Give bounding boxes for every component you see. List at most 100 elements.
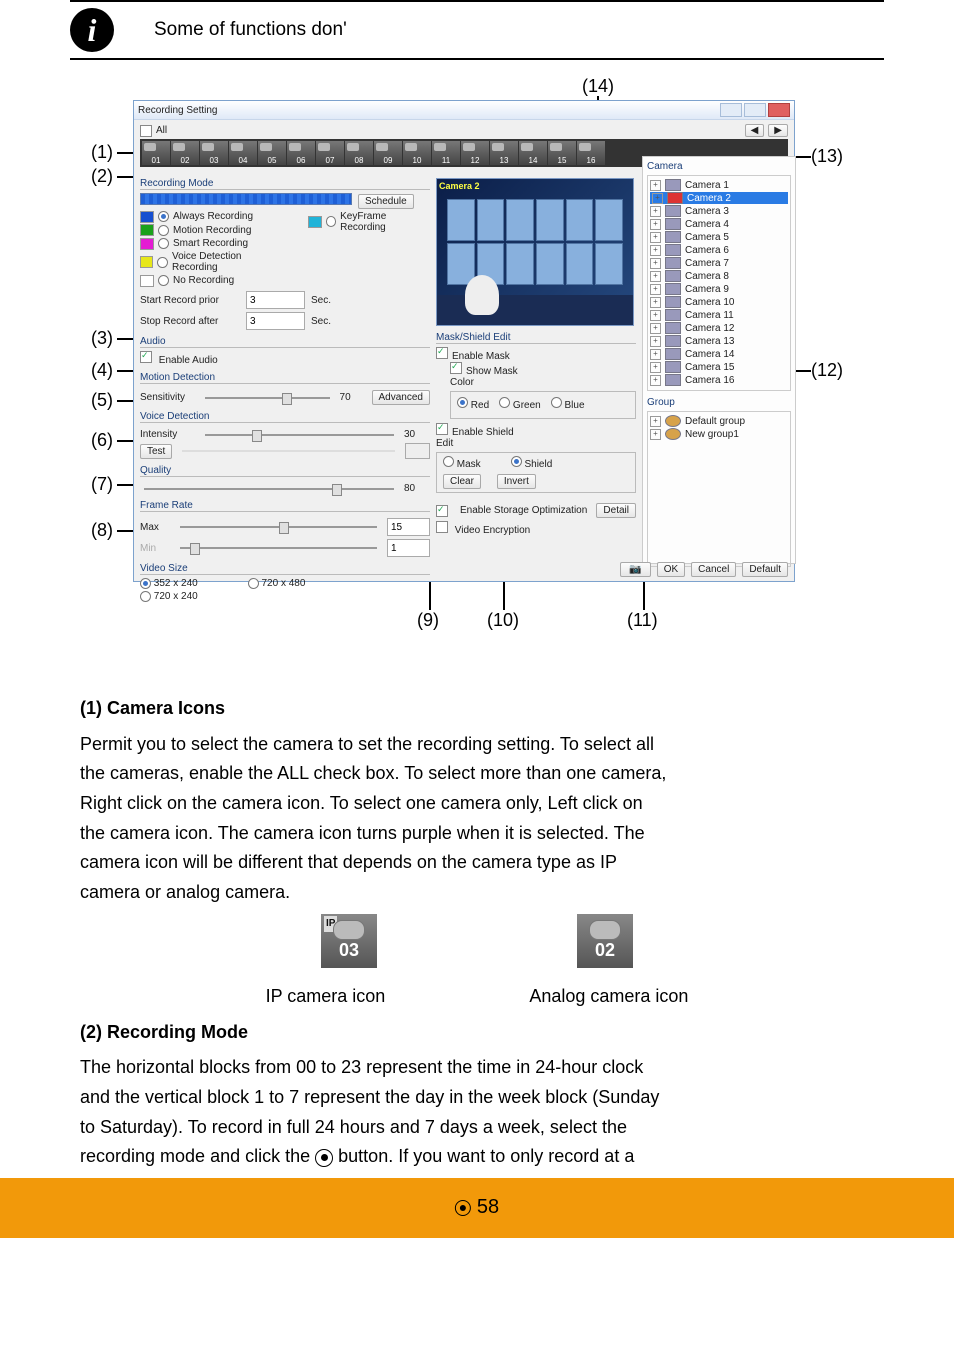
enable-shield-checkbox[interactable] xyxy=(436,423,448,435)
tree-camera-1[interactable]: +Camera 1 xyxy=(650,179,788,191)
tree-group-new[interactable]: +New group1 xyxy=(650,428,788,440)
ok-button[interactable]: OK xyxy=(657,562,685,577)
edit-shield-radio[interactable] xyxy=(511,456,522,467)
camera-icon-16[interactable]: 16 xyxy=(577,141,605,165)
color-red-radio[interactable] xyxy=(457,397,468,408)
camera-icon-8[interactable]: 08 xyxy=(345,141,373,165)
color-blue-radio[interactable] xyxy=(551,397,562,408)
enable-audio-checkbox[interactable] xyxy=(140,351,152,363)
mode-keyframe-radio[interactable] xyxy=(326,216,337,227)
camera-icon-6[interactable]: 06 xyxy=(287,141,315,165)
mask-title: Mask/Shield Edit xyxy=(436,332,510,343)
camera-icon-caption: IP camera icon Analog camera icon xyxy=(80,982,874,1012)
schedule-bar[interactable] xyxy=(140,193,352,205)
camera-icon-10[interactable]: 10 xyxy=(403,141,431,165)
tree-camera-3[interactable]: +Camera 3 xyxy=(650,205,788,217)
tree-camera-10[interactable]: +Camera 10 xyxy=(650,296,788,308)
camera-icon-1[interactable]: 01 xyxy=(142,141,170,165)
invert-button[interactable]: Invert xyxy=(497,474,536,489)
start-prior-input[interactable] xyxy=(246,291,305,309)
enable-mask-checkbox[interactable] xyxy=(436,347,448,359)
mode-always-radio[interactable] xyxy=(158,211,169,222)
callout-7: (7) xyxy=(91,474,113,495)
cancel-button[interactable]: Cancel xyxy=(691,562,736,577)
tree-camera-11[interactable]: +Camera 11 xyxy=(650,309,788,321)
tree-camera-5[interactable]: +Camera 5 xyxy=(650,231,788,243)
stop-after-input[interactable] xyxy=(246,312,305,330)
callout-10: (10) xyxy=(487,610,519,631)
tree-camera-7[interactable]: +Camera 7 xyxy=(650,257,788,269)
clear-button[interactable]: Clear xyxy=(443,474,481,489)
next-button[interactable]: ▶ xyxy=(768,124,788,137)
motion-title: Motion Detection xyxy=(140,372,215,383)
camera-icon-11[interactable]: 11 xyxy=(432,141,460,165)
callout-5: (5) xyxy=(91,390,113,411)
tree-camera-12[interactable]: +Camera 12 xyxy=(650,322,788,334)
advanced-button[interactable]: Advanced xyxy=(372,390,430,405)
storage-opt-checkbox[interactable] xyxy=(436,505,448,517)
vs-352-radio[interactable] xyxy=(140,578,151,589)
test-button[interactable]: Test xyxy=(140,444,172,459)
intensity-slider[interactable] xyxy=(205,434,394,436)
snapshot-button[interactable]: 📷 xyxy=(620,562,650,577)
minimize-button[interactable] xyxy=(720,103,742,117)
schedule-button[interactable]: Schedule xyxy=(358,194,414,209)
figure-recording-setting: (14) (1) (2) (3) (4) (5) (6) (7) (8) (9)… xyxy=(97,80,857,660)
color-green-radio[interactable] xyxy=(499,397,510,408)
camera-icon-7[interactable]: 07 xyxy=(316,141,344,165)
mode-motion-radio[interactable] xyxy=(158,225,169,236)
tree-camera-14[interactable]: +Camera 14 xyxy=(650,348,788,360)
all-cameras-checkbox[interactable] xyxy=(140,125,152,137)
callout-11: (11) xyxy=(627,610,658,631)
callout-6: (6) xyxy=(91,430,113,451)
tree-camera-15[interactable]: +Camera 15 xyxy=(650,361,788,373)
camera-icon-15[interactable]: 15 xyxy=(548,141,576,165)
vs-720-240-radio[interactable] xyxy=(140,591,151,602)
edit-mask-radio[interactable] xyxy=(443,456,454,467)
tree-camera-9[interactable]: +Camera 9 xyxy=(650,283,788,295)
camera-icon-9[interactable]: 09 xyxy=(374,141,402,165)
camera-icon-14[interactable]: 14 xyxy=(519,141,547,165)
framerate-max-slider[interactable] xyxy=(180,526,377,528)
camera-icon-3[interactable]: 03 xyxy=(200,141,228,165)
tree-group-default[interactable]: +Default group xyxy=(650,415,788,427)
show-mask-checkbox[interactable] xyxy=(450,362,462,374)
mode-voice-radio[interactable] xyxy=(157,257,168,268)
footer-bullet-icon xyxy=(455,1200,471,1216)
recording-setting-dialog: Recording Setting All ◀ ▶ 01 02 03 xyxy=(133,100,795,582)
mode-smart-radio[interactable] xyxy=(158,238,169,249)
framerate-min-slider[interactable] xyxy=(180,547,377,549)
vs-720-480-radio[interactable] xyxy=(248,578,259,589)
sensitivity-slider[interactable] xyxy=(205,397,330,399)
tree-camera-6[interactable]: +Camera 6 xyxy=(650,244,788,256)
quality-slider[interactable] xyxy=(144,488,394,490)
prev-button[interactable]: ◀ xyxy=(745,124,765,137)
callout-1: (1) xyxy=(91,142,113,163)
maximize-button[interactable] xyxy=(744,103,766,117)
camera-icon-2[interactable]: 02 xyxy=(171,141,199,165)
camera-icon-5[interactable]: 05 xyxy=(258,141,286,165)
camera-icon-12[interactable]: 12 xyxy=(461,141,489,165)
ip-camera-example-icon: IP 03 xyxy=(321,914,377,968)
tree-camera-13[interactable]: +Camera 13 xyxy=(650,335,788,347)
camera-icon-4[interactable]: 04 xyxy=(229,141,257,165)
info-icon: i xyxy=(70,8,114,52)
callout-3: (3) xyxy=(91,328,113,349)
mode-none-radio[interactable] xyxy=(158,275,169,286)
camera-panel-title: Camera xyxy=(647,161,791,172)
callout-14: (14) xyxy=(582,76,614,97)
close-button[interactable] xyxy=(768,103,790,117)
framerate-max-input[interactable] xyxy=(387,518,430,536)
tree-camera-8[interactable]: +Camera 8 xyxy=(650,270,788,282)
analog-camera-example-icon: 02 xyxy=(577,914,633,968)
recording-mode-title: Recording Mode xyxy=(140,178,213,189)
tree-camera-2[interactable]: +Camera 2 xyxy=(650,192,788,204)
camera-icon-13[interactable]: 13 xyxy=(490,141,518,165)
tree-camera-16[interactable]: +Camera 16 xyxy=(650,374,788,386)
default-button[interactable]: Default xyxy=(742,562,788,577)
framerate-min-input[interactable] xyxy=(387,539,430,557)
detail-button[interactable]: Detail xyxy=(596,503,636,518)
audio-title: Audio xyxy=(140,336,166,347)
video-encrypt-checkbox[interactable] xyxy=(436,521,448,533)
tree-camera-4[interactable]: +Camera 4 xyxy=(650,218,788,230)
